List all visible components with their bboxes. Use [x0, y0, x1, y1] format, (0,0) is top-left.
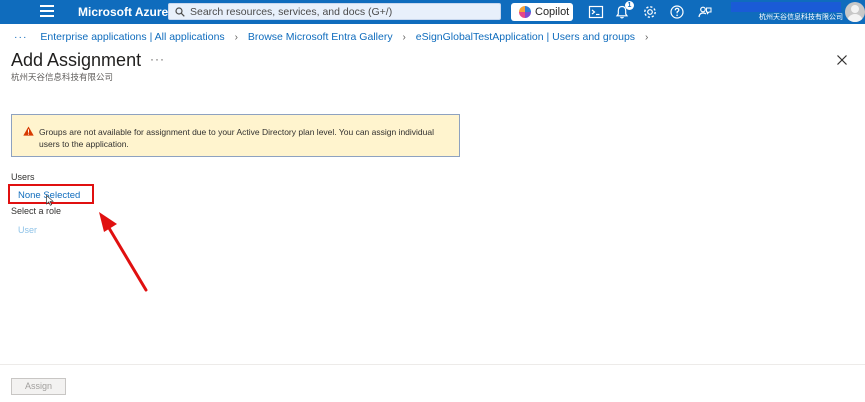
assign-button[interactable]: Assign: [11, 378, 66, 395]
annotation-arrow-icon: [99, 212, 148, 292]
footer-divider: [0, 364, 865, 365]
